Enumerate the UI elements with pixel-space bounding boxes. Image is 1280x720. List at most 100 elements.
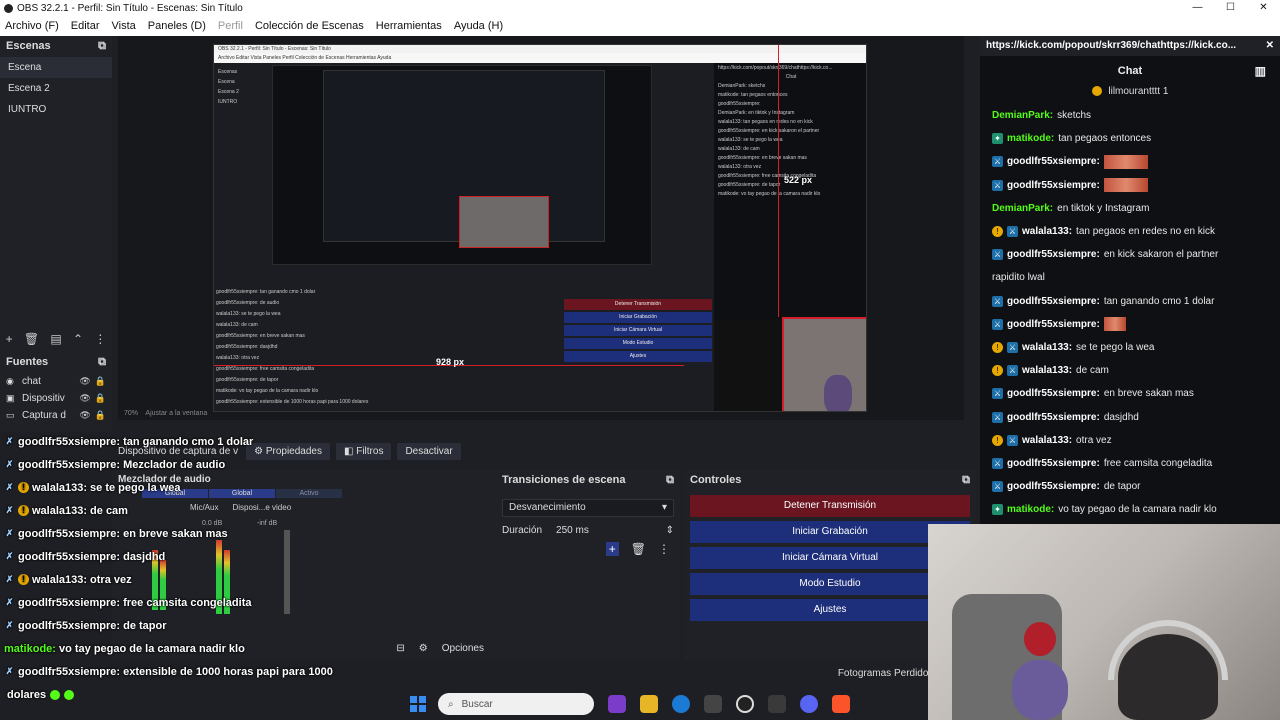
sword-badge-icon: ✗ (5, 620, 14, 630)
minimize-button[interactable]: — (1181, 0, 1214, 16)
undock-icon[interactable]: ⧉ (98, 40, 106, 53)
chat-username[interactable]: goodlfr55xsiempre: (1007, 296, 1100, 307)
selected-webcam-source[interactable] (782, 317, 866, 411)
up-arrow-icon[interactable]: ⌃ (73, 332, 83, 346)
undock-icon[interactable]: ⧉ (98, 356, 106, 369)
close-button[interactable]: ✕ (1247, 0, 1280, 16)
chat-message-text: tan pegaos entonces (1058, 133, 1152, 145)
edge-icon[interactable] (672, 695, 690, 713)
sources-dock: Fuentes ⧉ ◉ chat 👁 🔒 ▣ Dispositiv 👁 🔒 ▭ … (0, 352, 112, 432)
chat-username[interactable]: goodlfr55xsiempre: (1007, 481, 1100, 492)
status-bar: Fotogramas Perdidos 0 (0.0%) (837, 668, 974, 679)
fit-window-label[interactable]: Ajustar a la ventana (145, 410, 207, 417)
obs-logo-icon (4, 3, 13, 13)
transitions-dock: Transiciones de escena ⧉ Desvanecimiento… (496, 470, 680, 660)
undock-icon[interactable]: ⧉ (666, 474, 674, 487)
filter-icon[interactable]: ▤ (50, 332, 61, 346)
chat-username[interactable]: goodlfr55xsiempre: (1007, 180, 1100, 191)
lock-icon[interactable]: 🔒 (95, 410, 106, 421)
nested-chat-line: goodlfr55xsiempre: (718, 101, 761, 107)
chat-username[interactable]: DemianPark: (992, 110, 1053, 121)
menu-editar[interactable]: Editar (71, 20, 100, 32)
chat-username[interactable]: goodlfr55xsiempre: (1007, 156, 1100, 167)
chat-username[interactable]: walala133: (1022, 226, 1072, 237)
chat-username[interactable]: goodlfr55xsiempre: (1007, 458, 1100, 469)
scenes-dock: Escenas ⧉ Escena Escena 2 IUNTRO + 🗑 ▤ ⌃… (0, 36, 112, 356)
trash-icon[interactable]: 🗑 (24, 332, 39, 346)
eye-icon[interactable]: 👁 (79, 376, 90, 387)
undock-icon[interactable]: ⧉ (962, 474, 970, 487)
menu-coleccion[interactable]: Colección de Escenas (255, 20, 364, 32)
windows-start-icon[interactable] (410, 696, 426, 712)
eye-icon[interactable]: 👁 (79, 410, 90, 421)
scene-item[interactable]: Escena 2 (0, 78, 112, 99)
lock-icon[interactable]: 🔒 (95, 393, 106, 404)
menu-ayuda[interactable]: Ayuda (H) (454, 20, 503, 32)
store-icon[interactable] (704, 695, 722, 713)
chat-message: ⚔ goodlfr55xsiempre: (980, 150, 1280, 173)
taskbar-search[interactable]: ⌕ Buscar (438, 693, 594, 715)
sword-badge-icon: ⚔ (992, 457, 1003, 469)
scenes-title: Escenas (6, 40, 51, 52)
menu-paneles[interactable]: Paneles (D) (148, 20, 206, 32)
brave-icon[interactable] (832, 695, 850, 713)
transitions-title: Transiciones de escena (502, 474, 626, 486)
more-icon[interactable]: ⋮ (658, 542, 670, 556)
source-item[interactable]: ◉ chat 👁 🔒 (0, 373, 112, 390)
chat-username[interactable]: goodlfr55xsiempre: (1007, 412, 1100, 423)
close-icon[interactable]: ✕ (1266, 40, 1274, 52)
lock-icon[interactable]: 🔒 (95, 376, 106, 387)
more-icon[interactable]: ⋮ (94, 332, 106, 346)
warning-badge-icon: ! (992, 365, 1003, 377)
stepper-icon[interactable]: ⇕ (666, 525, 674, 536)
menu-perfil[interactable]: Perfil (218, 20, 243, 32)
add-icon[interactable]: + (6, 332, 13, 346)
chat-settings-icon[interactable]: ▥ (1255, 56, 1266, 86)
chat-message-text: de cam (90, 504, 128, 517)
maximize-button[interactable]: ☐ (1214, 0, 1247, 16)
eye-icon[interactable]: 👁 (79, 393, 90, 404)
chat-message-text: vo tay pegao de la camara nadir klo (58, 642, 245, 655)
chat-username[interactable]: walala133: (1022, 365, 1072, 376)
sword-badge-icon: ⚔ (992, 249, 1003, 261)
warning-badge-icon: ! (18, 574, 29, 585)
chat-username[interactable]: goodlfr55xsiempre: (1007, 319, 1100, 330)
overlay-chat-line: ✗! walala133: otra vez (0, 568, 480, 591)
trash-icon[interactable]: 🗑 (631, 542, 646, 556)
duration-input[interactable]: 250 ms (556, 525, 666, 536)
discord-icon[interactable] (800, 695, 818, 713)
nested-control-buttons: Detener Transmisión Iniciar Grabación In… (564, 299, 712, 364)
sword-badge-icon: ⚔ (992, 481, 1003, 493)
stop-stream-button[interactable]: Detener Transmisión (690, 495, 970, 517)
add-icon[interactable]: + (605, 542, 619, 556)
chat-username[interactable]: walala133: (1022, 342, 1072, 353)
scene-item[interactable]: Escena (0, 57, 112, 78)
chat-message-text: se te pego la wea (1076, 341, 1155, 353)
chat-username[interactable]: DemianPark: (992, 203, 1053, 214)
source-item[interactable]: ▭ Captura d 👁 🔒 (0, 407, 112, 424)
chat-username[interactable]: matikode: (1007, 133, 1054, 144)
obs-icon[interactable] (736, 695, 754, 713)
app-icon[interactable] (608, 695, 626, 713)
nested-chat-line: matikode: tan pegaos entonces (718, 92, 788, 98)
menu-archivo[interactable]: Archivo (F) (5, 20, 59, 32)
folder-icon[interactable] (640, 695, 658, 713)
chat-message-text: dasjdhd (1103, 411, 1139, 423)
scene-item[interactable]: IUNTRO (0, 99, 112, 120)
zoom-level[interactable]: 70% (124, 410, 138, 417)
chevron-down-icon: ▾ (661, 502, 667, 513)
chat-username[interactable]: matikode: (1007, 504, 1054, 515)
menu-vista[interactable]: Vista (112, 20, 136, 32)
app-icon[interactable] (768, 695, 786, 713)
chat-username[interactable]: goodlfr55xsiempre: (1007, 388, 1100, 399)
nested-window-title: OBS 32.2.1 - Perfil: Sin Título - Escena… (214, 45, 866, 53)
nested-line: walala133: de cam (216, 322, 258, 328)
preview-area[interactable]: OBS 32.2.1 - Perfil: Sin Título - Escena… (118, 36, 964, 420)
preview-canvas[interactable]: OBS 32.2.1 - Perfil: Sin Título - Escena… (213, 44, 867, 412)
source-item[interactable]: ▣ Dispositiv 👁 🔒 (0, 390, 112, 407)
menu-herramientas[interactable]: Herramientas (376, 20, 442, 32)
sword-badge-icon: ⚔ (1007, 226, 1018, 238)
transition-select[interactable]: Desvanecimiento ▾ (502, 499, 674, 517)
chat-username[interactable]: goodlfr55xsiempre: (1007, 249, 1100, 260)
chat-username[interactable]: walala133: (1022, 435, 1072, 446)
